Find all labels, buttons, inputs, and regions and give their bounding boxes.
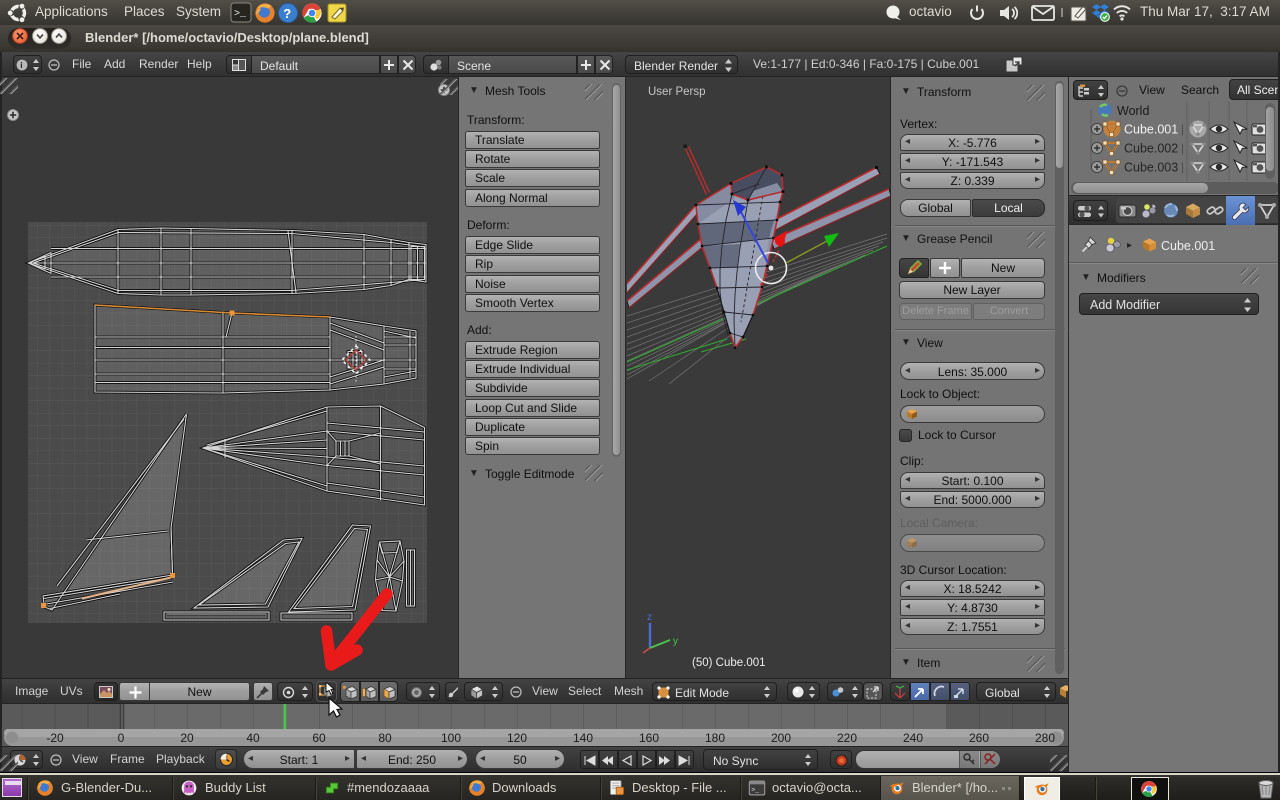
svg-text:y: y [673, 636, 678, 647]
svg-text:60: 60 [312, 731, 326, 745]
svg-text:240: 240 [903, 731, 923, 745]
svg-text:20: 20 [180, 731, 194, 745]
svg-text:260: 260 [969, 731, 989, 745]
svg-text:?: ? [283, 6, 291, 21]
svg-text:80: 80 [378, 731, 392, 745]
svg-text:|: | [1181, 141, 1184, 155]
svg-text:140: 140 [573, 731, 593, 745]
svg-text:-20: -20 [46, 731, 64, 745]
svg-text:280: 280 [1035, 731, 1055, 745]
svg-text:|: | [1181, 122, 1184, 136]
svg-text:40: 40 [246, 731, 260, 745]
svg-text:Cube.003: Cube.003 [1124, 161, 1178, 175]
svg-text:User Persp: User Persp [648, 86, 706, 98]
svg-text:>_: >_ [751, 786, 759, 793]
svg-text:200: 200 [771, 731, 791, 745]
svg-text:120: 120 [507, 731, 527, 745]
svg-text:0: 0 [118, 731, 125, 745]
svg-text:Cube.002: Cube.002 [1124, 142, 1178, 156]
svg-text:160: 160 [639, 731, 659, 745]
svg-text:100: 100 [441, 731, 461, 745]
svg-text:World: World [1117, 104, 1149, 118]
svg-text:>_: >_ [234, 9, 247, 20]
svg-text:i: i [20, 60, 22, 70]
svg-text:180: 180 [705, 731, 725, 745]
svg-text:|: | [1181, 160, 1184, 174]
svg-text:220: 220 [837, 731, 857, 745]
svg-text:(50) Cube.001: (50) Cube.001 [692, 657, 766, 669]
svg-text:z: z [647, 612, 652, 623]
svg-text:Cube.001: Cube.001 [1124, 123, 1178, 137]
